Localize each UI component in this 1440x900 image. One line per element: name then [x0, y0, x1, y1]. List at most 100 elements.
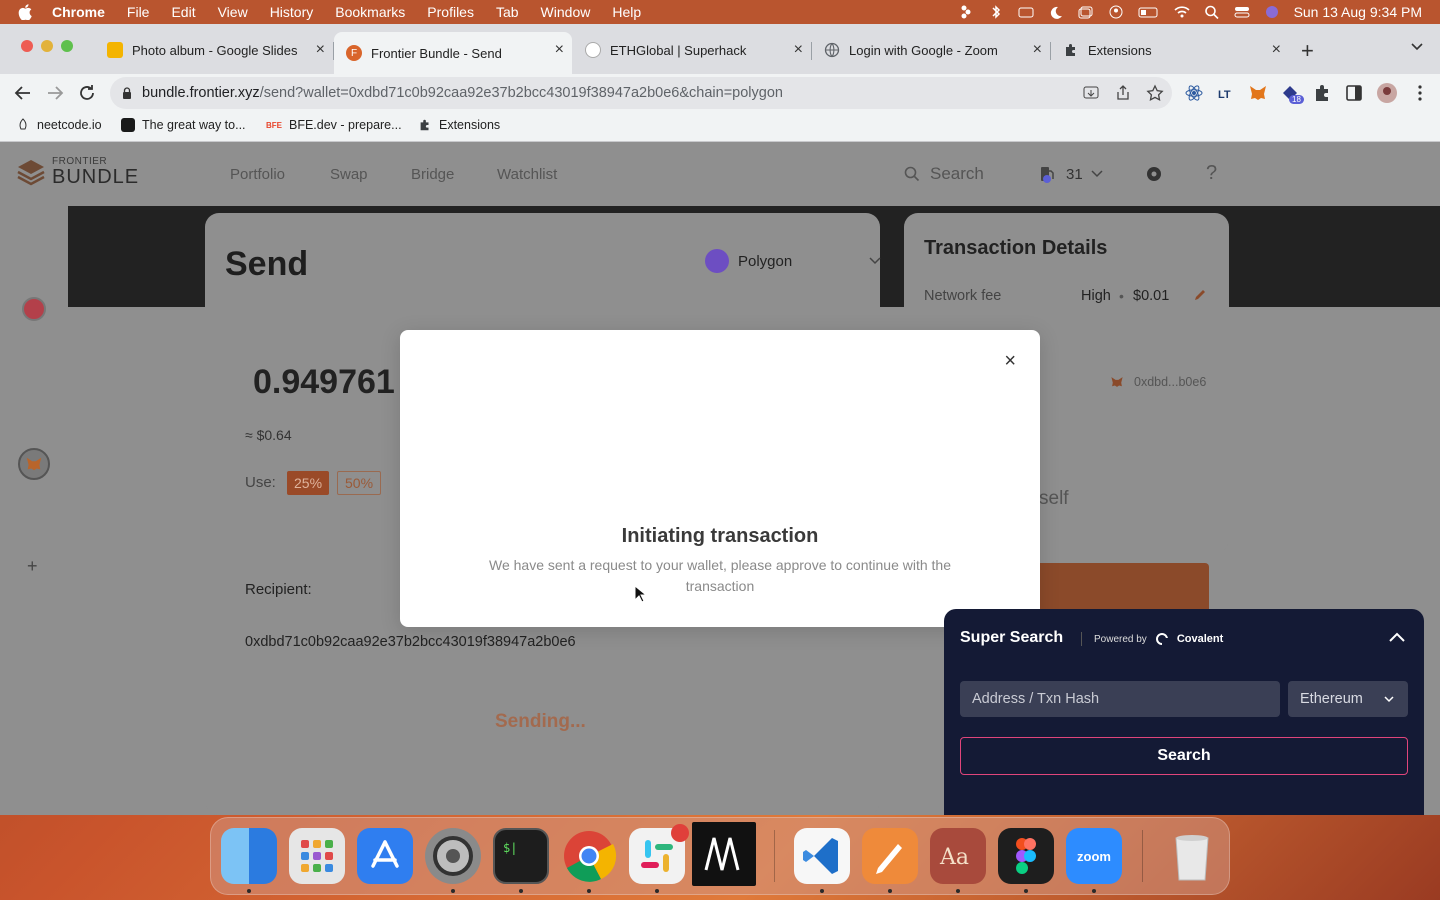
bluetooth-icon[interactable]	[988, 5, 1004, 19]
metamask-wallet-button[interactable]	[18, 448, 50, 480]
close-icon[interactable]: ×	[1033, 41, 1042, 59]
close-icon[interactable]: ×	[316, 41, 325, 59]
menu-bookmarks[interactable]: Bookmarks	[335, 4, 405, 20]
finder-icon[interactable]	[221, 828, 277, 884]
minimize-window-button[interactable]	[41, 40, 53, 52]
siri-icon[interactable]	[1264, 5, 1280, 19]
tab-google-slides[interactable]: Photo album - Google Slides ×	[95, 32, 334, 68]
sending-button[interactable]: Sending...	[495, 711, 586, 733]
close-icon[interactable]: ×	[1272, 41, 1281, 59]
zoom-icon[interactable]: zoom	[1066, 828, 1122, 884]
apple-menu-icon[interactable]	[18, 4, 32, 20]
system-settings-icon[interactable]	[425, 828, 481, 884]
frontier-bundle-logo[interactable]: FRONTIER BUNDLE	[16, 156, 139, 187]
super-search-button[interactable]: Search	[960, 737, 1408, 775]
menu-tab[interactable]: Tab	[496, 4, 519, 20]
trash-icon[interactable]	[1164, 828, 1220, 884]
gas-price-selector[interactable]: 31	[1038, 164, 1103, 184]
chain-selector[interactable]: Polygon	[705, 249, 881, 273]
figma-icon[interactable]	[998, 828, 1054, 884]
user-icon[interactable]	[1108, 5, 1124, 19]
lock-icon[interactable]	[122, 87, 132, 99]
nav-swap[interactable]: Swap	[330, 166, 368, 183]
reload-icon[interactable]	[76, 82, 98, 104]
dictionary-icon[interactable]: Aa	[930, 828, 986, 884]
nav-bridge[interactable]: Bridge	[411, 166, 454, 183]
address-bar[interactable]: bundle.frontier.xyz/send?wallet=0xdbd71c…	[110, 77, 1172, 109]
profile-avatar-icon[interactable]	[1376, 82, 1398, 104]
nav-portfolio[interactable]: Portfolio	[230, 166, 285, 183]
tab-ethglobal[interactable]: ETHGlobal | Superhack ×	[573, 32, 812, 68]
battery-icon[interactable]	[1138, 5, 1160, 19]
metamask-icon[interactable]	[1248, 83, 1268, 103]
menubar-clock[interactable]: Sun 13 Aug 9:34 PM	[1294, 4, 1422, 20]
modal-title: Initiating transaction	[621, 525, 819, 547]
chevron-down-icon	[1091, 170, 1103, 178]
svg-text:LT: LT	[1218, 89, 1231, 101]
keyboard-icon[interactable]	[1018, 5, 1034, 19]
new-tab-button[interactable]: +	[1301, 38, 1314, 64]
share-icon[interactable]	[1114, 84, 1132, 102]
tab-extensions[interactable]: Extensions ×	[1051, 32, 1289, 68]
network-select[interactable]: Ethereum	[1288, 681, 1408, 717]
confirm-button-obscured[interactable]	[1025, 563, 1209, 613]
bookmark-star-icon[interactable]	[1146, 84, 1164, 102]
use-25-button[interactable]: 25%	[287, 471, 330, 495]
add-wallet-button[interactable]: +	[27, 556, 38, 577]
recipient-address[interactable]: 0xdbd71c0b92caa92e37b2bcc43019f38947a2b0…	[245, 634, 576, 650]
close-window-button[interactable]	[21, 40, 33, 52]
network-fee-label: Network fee	[924, 288, 1002, 304]
puzzle-icon[interactable]	[1312, 83, 1332, 103]
tab-zoom-login[interactable]: Login with Google - Zoom ×	[812, 32, 1051, 68]
notion-icon[interactable]	[692, 822, 756, 886]
wallet-avatar[interactable]	[22, 297, 46, 321]
menu-edit[interactable]: Edit	[171, 4, 195, 20]
install-app-icon[interactable]	[1082, 84, 1100, 102]
menu-app-name[interactable]: Chrome	[52, 4, 105, 20]
react-devtools-icon[interactable]	[1184, 83, 1204, 103]
use-50-button[interactable]: 50%	[337, 471, 382, 495]
sketch-pen-icon[interactable]	[862, 828, 918, 884]
bookmark-great-way[interactable]: The great way to...	[121, 118, 246, 132]
side-panel-icon[interactable]	[1344, 83, 1364, 103]
close-icon[interactable]: ×	[1004, 350, 1016, 373]
vscode-icon[interactable]	[794, 828, 850, 884]
back-icon[interactable]	[12, 82, 34, 104]
spotlight-icon[interactable]	[1204, 5, 1220, 19]
menu-history[interactable]: History	[270, 4, 314, 20]
menu-window[interactable]: Window	[541, 4, 591, 20]
menu-view[interactable]: View	[218, 4, 248, 20]
menu-help[interactable]: Help	[612, 4, 641, 20]
chrome-icon[interactable]	[561, 828, 617, 884]
edit-icon[interactable]	[1193, 288, 1207, 302]
bookmark-extensions[interactable]: Extensions	[418, 118, 500, 132]
tab-frontier-send[interactable]: F Frontier Bundle - Send ×	[334, 32, 572, 74]
zoom-window-button[interactable]	[61, 40, 73, 52]
lt-extension-icon[interactable]: LT	[1216, 83, 1236, 103]
window-switch-icon[interactable]	[1078, 5, 1094, 19]
wifi-icon[interactable]	[1174, 5, 1190, 19]
launchpad-icon[interactable]	[289, 828, 345, 884]
close-icon[interactable]: ×	[794, 41, 803, 59]
gear-icon[interactable]	[1144, 164, 1164, 184]
control-center-icon[interactable]	[1234, 5, 1250, 19]
nav-watchlist[interactable]: Watchlist	[497, 166, 557, 183]
help-button[interactable]: ?	[1206, 162, 1217, 185]
chevron-up-icon[interactable]	[1388, 631, 1406, 643]
forward-icon[interactable]	[44, 82, 66, 104]
address-txn-input[interactable]: Address / Txn Hash	[960, 681, 1280, 717]
menu-file[interactable]: File	[127, 4, 150, 20]
more-menu-icon[interactable]	[1410, 83, 1430, 103]
app-store-icon[interactable]	[357, 828, 413, 884]
amount-input[interactable]: 0.949761	[253, 363, 395, 402]
terminal-icon[interactable]: $|	[493, 828, 549, 884]
bookmark-neetcode[interactable]: neetcode.io	[16, 118, 102, 132]
menu-profiles[interactable]: Profiles	[427, 4, 474, 20]
do-not-disturb-icon[interactable]	[1048, 5, 1064, 19]
app-header: FRONTIER BUNDLE Portfolio Swap Bridge Wa…	[0, 142, 1440, 206]
close-icon[interactable]: ×	[555, 41, 564, 59]
bookmark-bfe[interactable]: BFE BFE.dev - prepare...	[266, 118, 402, 132]
chevron-down-icon[interactable]	[1410, 40, 1424, 54]
figma-status-icon[interactable]	[958, 5, 974, 19]
header-search[interactable]: Search	[904, 164, 984, 184]
